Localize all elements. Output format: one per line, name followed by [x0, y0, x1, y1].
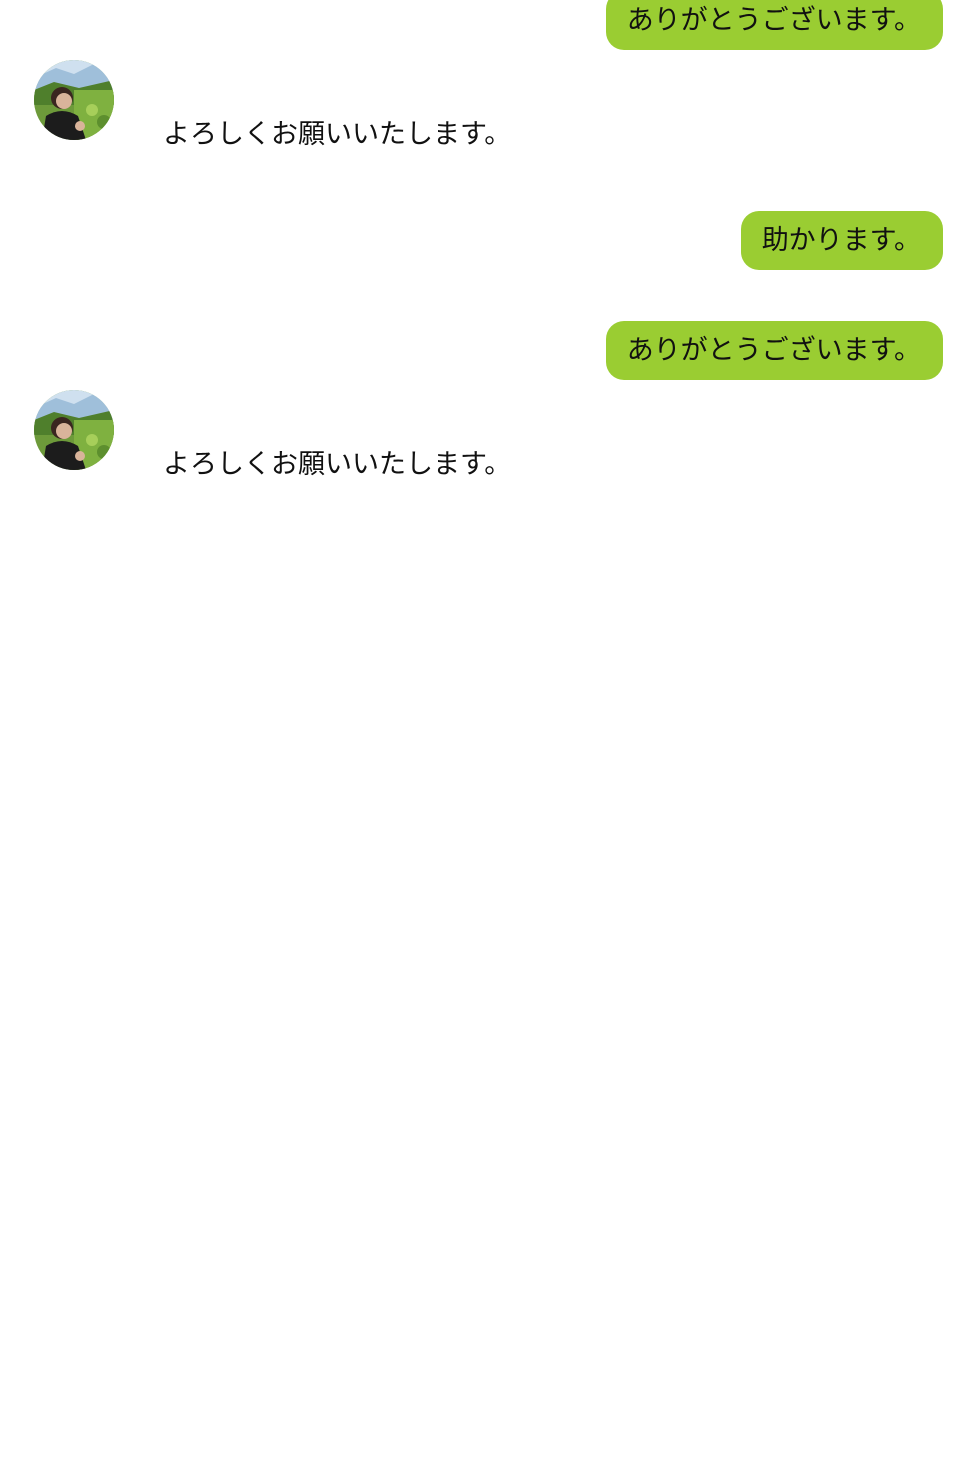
incoming-message: よろしくお願いいたします。 [0, 60, 960, 170]
avatar[interactable] [34, 390, 114, 470]
chat-thread: ありがとうございます。 よろしくお願いいたします。 助かります。 ありがとうござ… [0, 0, 960, 1478]
incoming-message: よろしくお願いいたします。 [0, 390, 960, 500]
outgoing-message-bubble[interactable]: ありがとうございます。 [605, 321, 943, 380]
user-photo-avatar-icon [34, 390, 114, 470]
outgoing-message-bubble[interactable]: 助かります。 [740, 211, 943, 270]
incoming-message-text[interactable]: よろしくお願いいたします。 [163, 442, 511, 481]
outgoing-message-bubble[interactable]: ありがとうございます。 [605, 0, 943, 50]
user-photo-avatar-icon [34, 60, 114, 140]
incoming-message-text[interactable]: よろしくお願いいたします。 [163, 112, 511, 151]
avatar[interactable] [34, 60, 114, 140]
